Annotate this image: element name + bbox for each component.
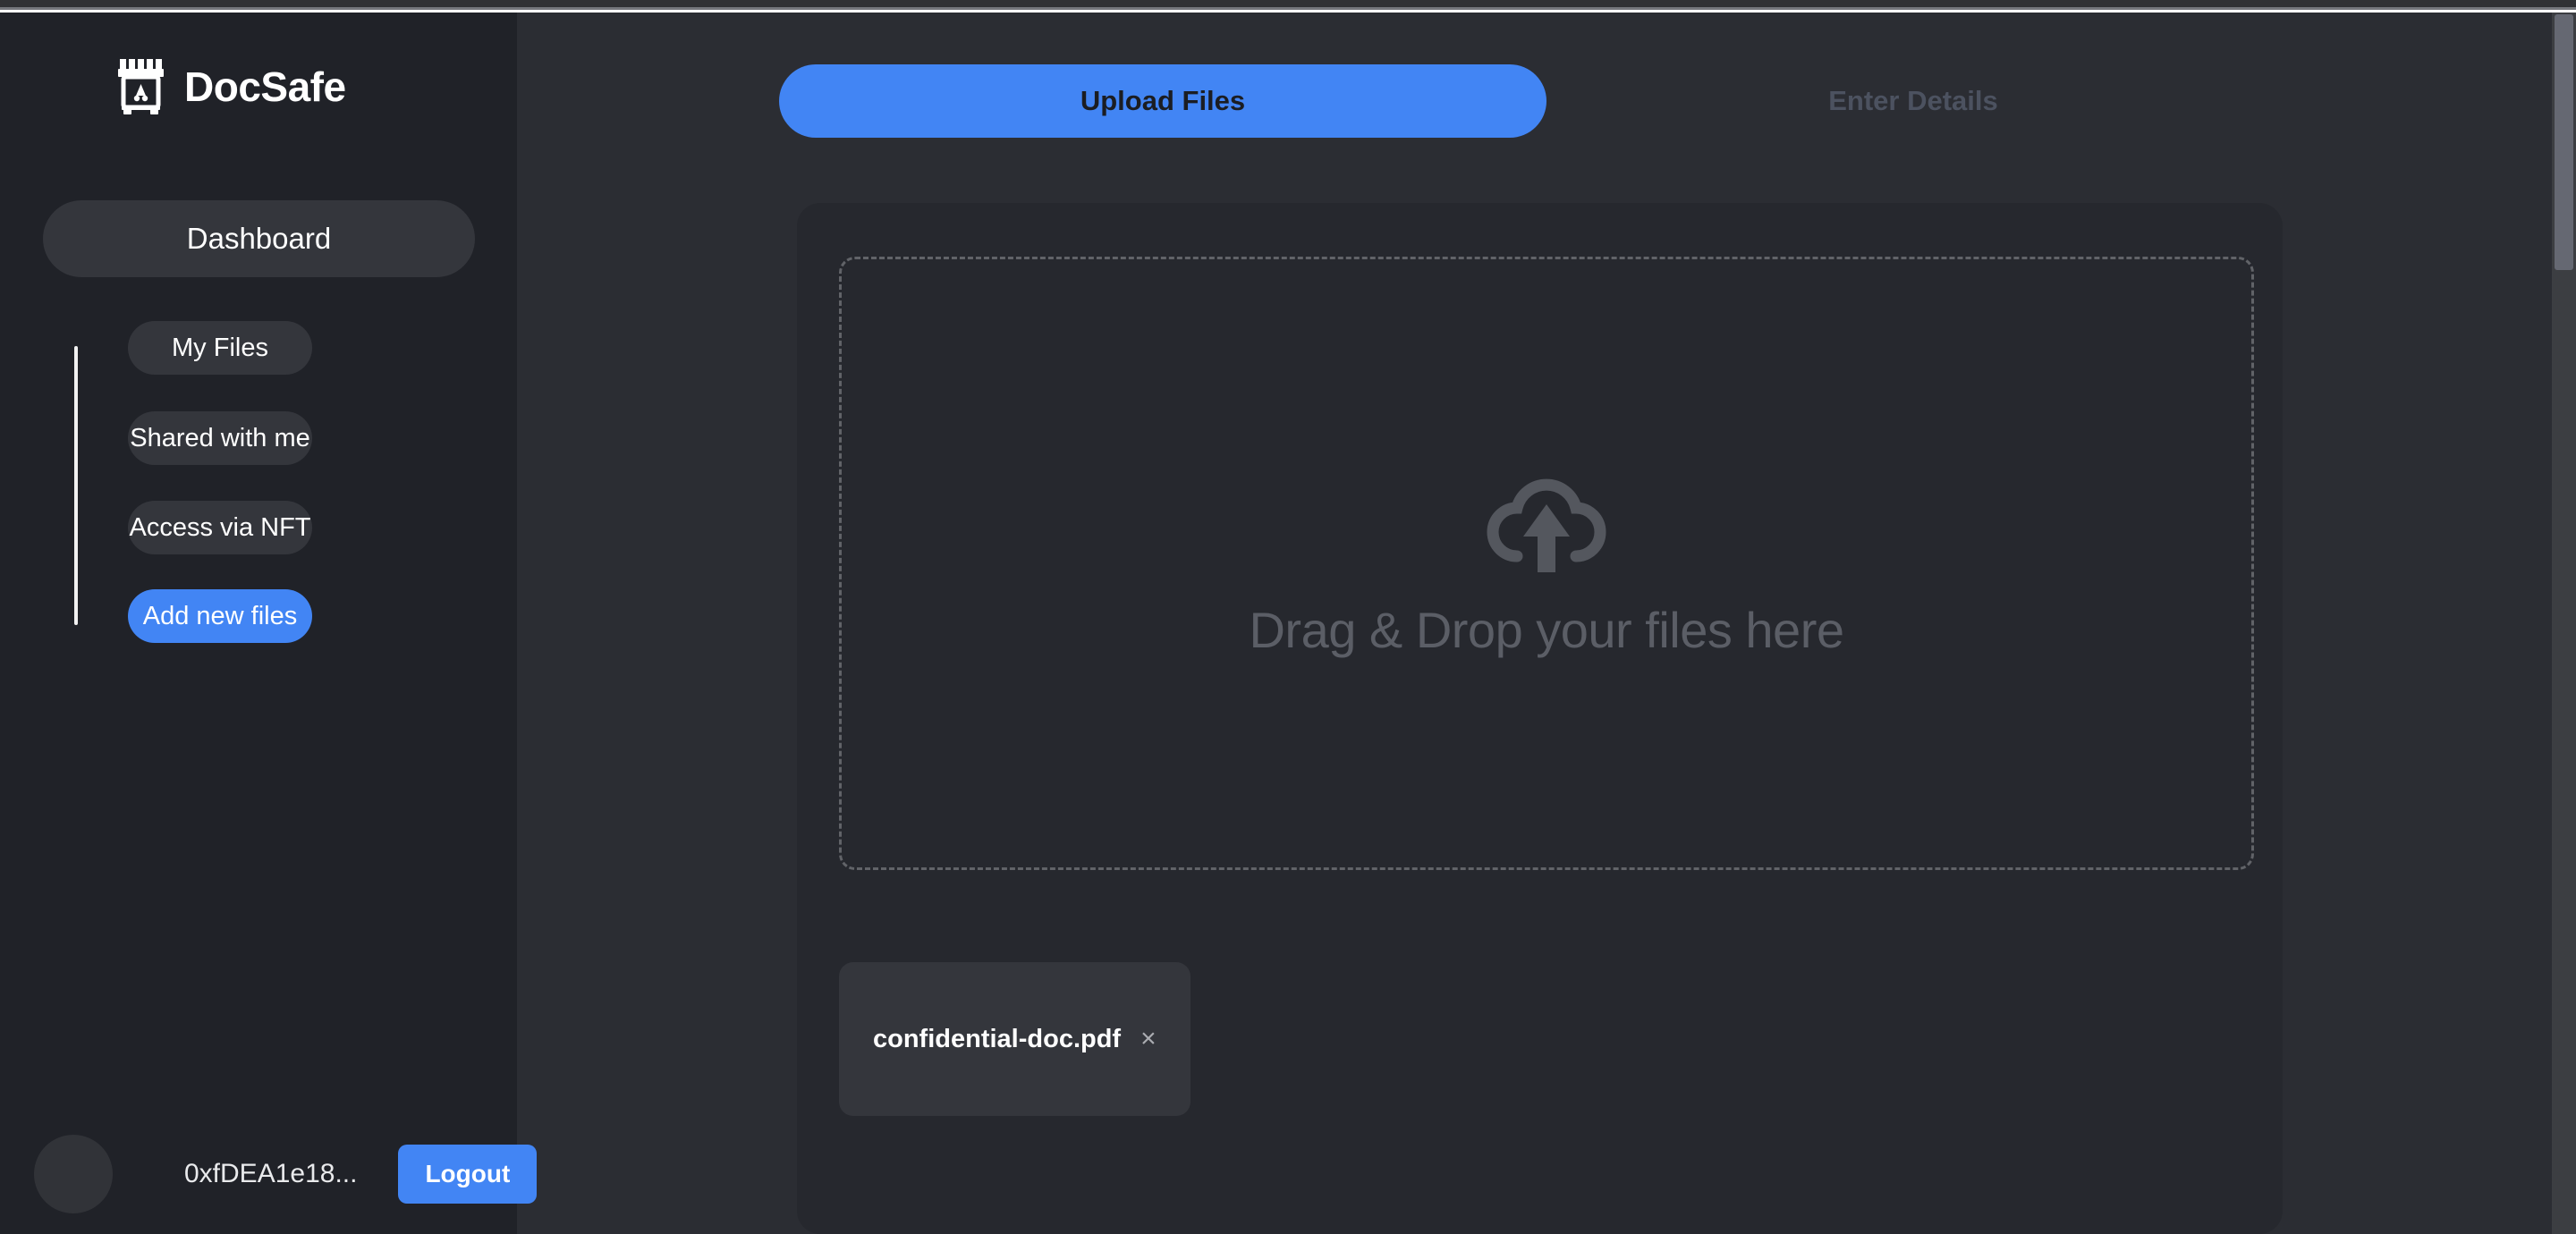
sidebar-item-label: Add new files	[142, 601, 298, 630]
sidebar-item-access-via-nft[interactable]: Access via NFT	[128, 501, 312, 554]
file-name: confidential-doc.pdf	[873, 1024, 1122, 1053]
docsafe-app: DocSafe Dashboard My Files Shared with m…	[0, 13, 2576, 1234]
tab-upload-files[interactable]: Upload Files	[779, 64, 1546, 138]
dropzone-label: Drag & Drop your files here	[1249, 601, 1844, 658]
brand-name: DocSafe	[184, 63, 346, 110]
sidebar-item-label: My Files	[172, 333, 268, 362]
sidebar-item-label: Access via NFT	[129, 512, 311, 542]
nav-tree-indicator	[74, 346, 78, 625]
page-scrollbar-thumb[interactable]	[2555, 14, 2573, 270]
wallet-address: 0xfDEA1e18...	[184, 1159, 358, 1188]
tab-label: Upload Files	[1080, 85, 1246, 116]
avatar[interactable]	[34, 1135, 113, 1213]
sidebar-item-label: Shared with me	[130, 423, 310, 452]
step-tabs: Upload Files Enter Details	[779, 64, 2282, 138]
sidebar-item-my-files[interactable]: My Files	[128, 321, 312, 375]
file-chip[interactable]: confidential-doc.pdf ×	[839, 962, 1191, 1116]
selected-file-list: confidential-doc.pdf ×	[839, 962, 1191, 1116]
sidebar-item-label: Dashboard	[186, 222, 332, 255]
sidebar-item-dashboard[interactable]: Dashboard	[43, 200, 475, 277]
wallet-bar: 0xfDEA1e18... Logout	[0, 1134, 538, 1214]
sidebar-item-add-new-files[interactable]: Add new files	[128, 589, 312, 643]
browser-chrome-bar	[0, 0, 2576, 10]
upload-card: Drag & Drop your files here confidential…	[797, 203, 2283, 1234]
sidebar-item-shared-with-me[interactable]: Shared with me	[128, 411, 312, 465]
brand: DocSafe	[116, 59, 346, 114]
file-dropzone[interactable]: Drag & Drop your files here	[839, 257, 2254, 870]
castle-safe-icon	[116, 59, 166, 114]
remove-file-icon[interactable]: ×	[1140, 1026, 1157, 1052]
main-content: Upload Files Enter Details Drag & Drop y…	[517, 13, 2576, 1234]
tab-label: Enter Details	[1828, 85, 1998, 116]
page-scrollbar[interactable]	[2552, 13, 2576, 1234]
sidebar: DocSafe Dashboard My Files Shared with m…	[0, 13, 538, 1234]
cloud-upload-icon	[1481, 469, 1612, 576]
tab-enter-details[interactable]: Enter Details	[1546, 64, 2280, 138]
